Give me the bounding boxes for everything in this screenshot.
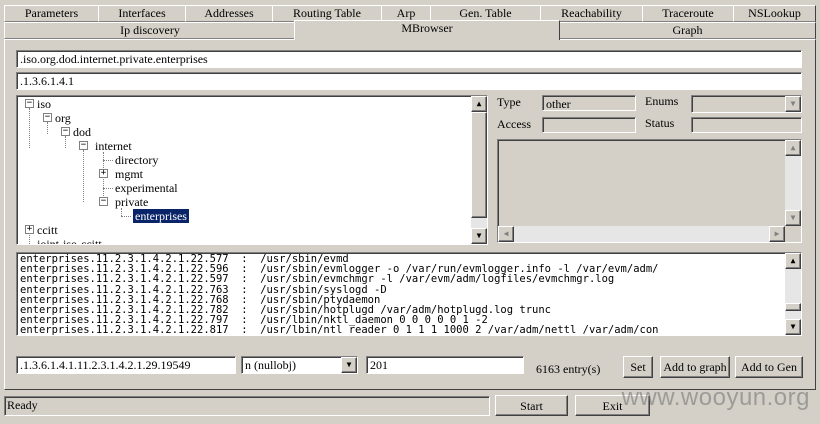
tree-node-enterprises[interactable]: enterprises [132, 208, 190, 224]
tree-line [29, 108, 30, 148]
oid-numeric-path-field[interactable]: .1.3.6.1.4.1 [16, 72, 802, 90]
expand-mgmt-toggle[interactable]: + [99, 169, 108, 178]
entry-count: 6163 entry(s) [536, 362, 601, 376]
enums-label: Enums [645, 94, 679, 108]
tab-mbrowser[interactable]: MBrowser [294, 20, 560, 40]
tree-node-directory[interactable]: directory [115, 153, 158, 167]
tree-scroll-down-button[interactable]: ▼ [471, 228, 487, 244]
tab-traceroute[interactable]: Traceroute [642, 5, 734, 22]
tree-scroll-up-button[interactable]: ▲ [471, 96, 487, 112]
tree-node-org[interactable]: org [55, 111, 71, 125]
collapse-dod-toggle[interactable]: − [61, 127, 70, 136]
results-list[interactable]: enterprises.11.2.3.1.4.2.1.22.577 : /usr… [16, 252, 802, 336]
tree-line [121, 216, 131, 217]
description-hscrollbar[interactable] [498, 226, 785, 242]
tab-addresses[interactable]: Addresses [185, 5, 273, 22]
collapse-iso-toggle[interactable]: − [25, 99, 34, 108]
add-to-graph-button[interactable]: Add to graph [660, 356, 730, 378]
oid-input[interactable]: .1.3.6.1.4.1.11.2.3.1.4.2.1.29.19549 [16, 356, 236, 374]
value-type-dropdown-icon[interactable]: ▼ [341, 357, 357, 373]
description-box[interactable]: ▲ ▼ ◀ ▶ [497, 139, 802, 243]
tree-scroll-thumb[interactable] [471, 112, 487, 218]
scroll-corner [785, 226, 801, 242]
start-button[interactable]: Start [495, 395, 568, 416]
tree-line [103, 160, 113, 161]
enums-dropdown-icon[interactable]: ▼ [785, 96, 801, 112]
tree-node-experimental[interactable]: experimental [115, 181, 178, 195]
tab-ip-discovery[interactable]: Ip discovery [4, 22, 296, 39]
status-bar: Ready [4, 396, 490, 416]
tree-node-dod[interactable]: dod [73, 125, 91, 139]
value-type-select[interactable]: n (nullobj) ▼ [241, 356, 358, 374]
collapse-private-toggle[interactable]: − [99, 197, 108, 206]
access-value-field [542, 117, 636, 133]
collapse-internet-toggle[interactable]: − [79, 141, 88, 150]
result-line[interactable]: enterprises.11.2.3.1.4.2.1.22.817 : /usr… [20, 325, 784, 335]
tree-node-iso[interactable]: iso [37, 97, 51, 111]
results-scroll-thumb[interactable] [785, 303, 801, 311]
set-button[interactable]: Set [623, 356, 653, 378]
tree-node-internet[interactable]: internet [95, 139, 132, 153]
tree-node-joint-iso-ccitt[interactable]: joint-iso-ccitt [37, 237, 102, 244]
tree-line [47, 122, 48, 134]
expand-ccitt-toggle[interactable]: + [25, 225, 34, 234]
tree-line [121, 208, 122, 216]
tree-line [65, 136, 66, 148]
status-value-field [691, 117, 802, 133]
type-value-field: other [542, 95, 636, 111]
type-label: Type [497, 95, 521, 109]
tab-parameters[interactable]: Parameters [4, 5, 99, 22]
value-type-selected: n (nullobj) [245, 358, 296, 372]
oid-name-path-field[interactable]: .iso.org.dod.internet.private.enterprise… [16, 50, 802, 68]
description-scroll-down-button[interactable]: ▼ [785, 210, 801, 226]
access-label: Access [497, 117, 531, 131]
enums-select[interactable]: ▼ [691, 95, 802, 113]
tree-node-mgmt[interactable]: mgmt [115, 167, 143, 181]
results-lines: enterprises.11.2.3.1.4.2.1.22.577 : /usr… [20, 254, 784, 335]
description-scroll-right-button[interactable]: ▶ [769, 226, 785, 242]
tree-line [83, 150, 84, 202]
tree-line [103, 188, 113, 189]
mib-tree-view[interactable]: − iso − org − dod − internet directory +… [16, 95, 488, 245]
status-label: Status [645, 116, 675, 130]
watermark: www.wooyun.org [621, 384, 810, 411]
tree-node-ccitt[interactable]: ccitt [37, 223, 58, 237]
tab-interfaces[interactable]: Interfaces [98, 5, 186, 22]
tree-node-private[interactable]: private [115, 195, 148, 209]
results-scroll-down-button[interactable]: ▼ [785, 319, 801, 335]
tab-graph[interactable]: Graph [559, 22, 816, 39]
results-scroll-up-button[interactable]: ▲ [785, 253, 801, 269]
collapse-org-toggle[interactable]: − [43, 113, 52, 122]
description-scroll-up-button[interactable]: ▲ [785, 140, 801, 156]
add-to-gen-button[interactable]: Add to Gen [735, 356, 803, 378]
value-input[interactable]: 201 [366, 356, 524, 374]
description-scroll-left-button[interactable]: ◀ [498, 226, 514, 242]
tab-nslookup[interactable]: NSLookup [733, 5, 816, 22]
